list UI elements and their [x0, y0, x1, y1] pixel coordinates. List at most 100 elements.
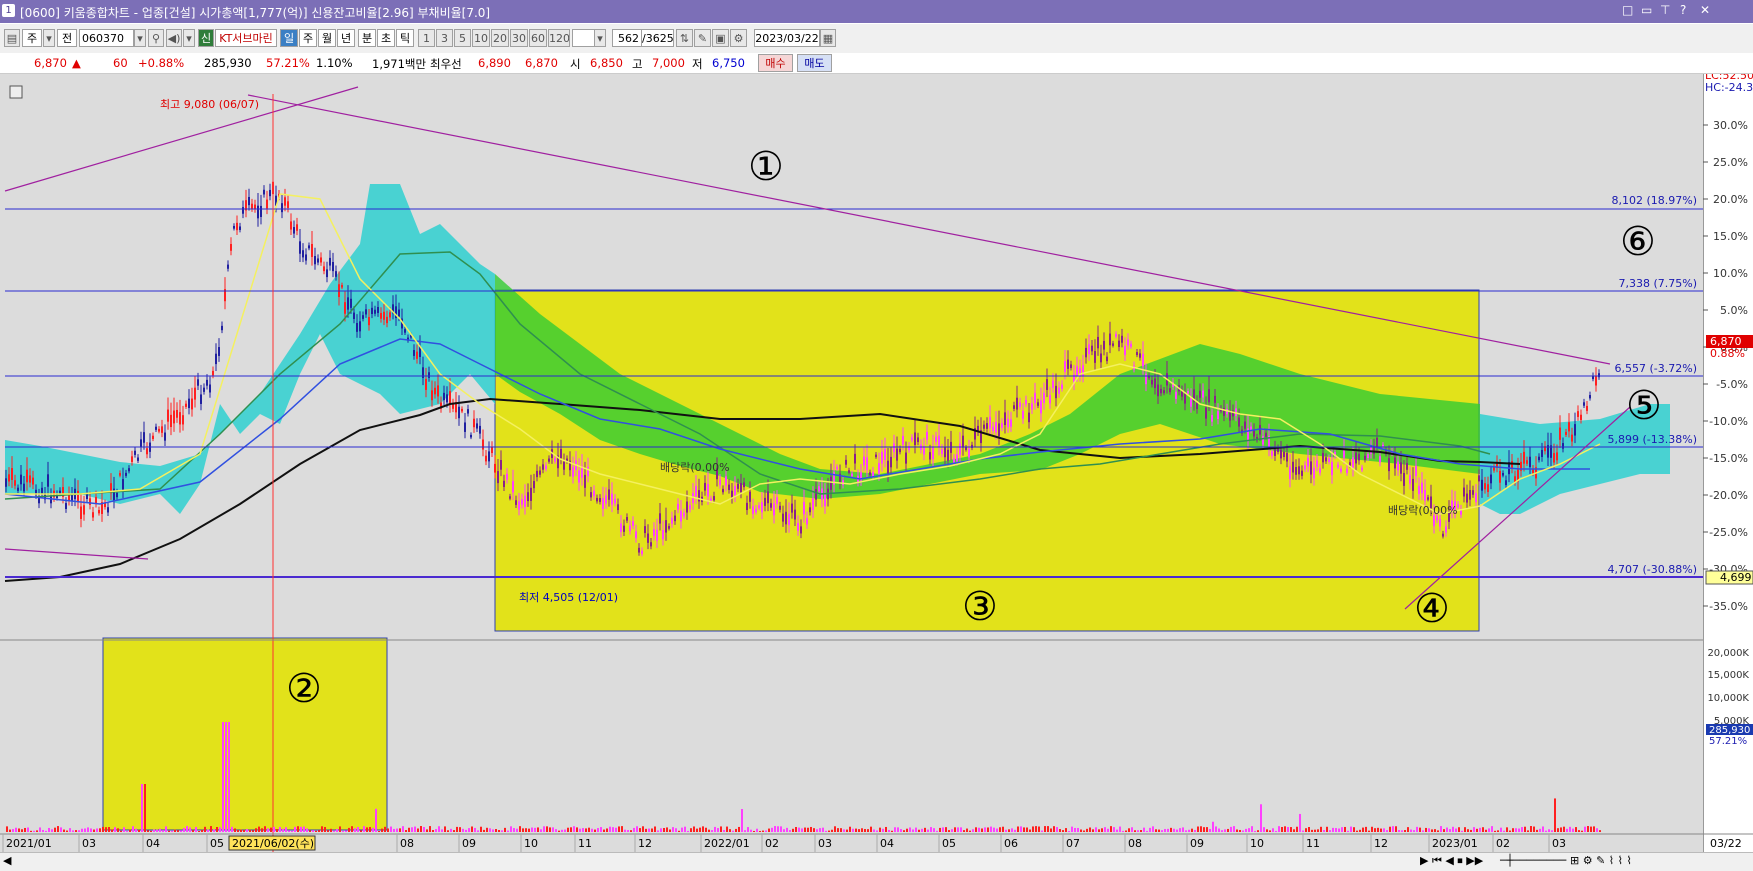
volume-bar — [69, 828, 71, 832]
volume-bar — [984, 827, 986, 832]
bars-icon[interactable]: ⇅ — [676, 29, 693, 47]
period-tick[interactable]: 틱 — [396, 29, 414, 47]
all-button[interactable]: 전 — [57, 29, 77, 47]
chevron-down-icon[interactable]: ▾ — [43, 29, 55, 47]
period-month[interactable]: 월 — [318, 29, 336, 47]
volume-bar — [582, 828, 584, 832]
interval-5[interactable]: 5 — [454, 29, 471, 47]
date-input[interactable]: 2023/03/22 — [754, 29, 820, 47]
window-number-badge: 1 — [2, 4, 15, 17]
candle-body — [212, 370, 214, 376]
scroll-left-icon[interactable]: ◀ — [3, 854, 11, 867]
volume-bar — [957, 827, 959, 832]
code-dropdown-icon[interactable]: ▾ — [134, 29, 146, 47]
bar-count-input[interactable]: 562 — [612, 29, 642, 47]
interval-10[interactable]: 10 — [472, 29, 490, 47]
volume-bar — [1293, 829, 1295, 832]
speaker-icon[interactable]: ◀) — [166, 29, 182, 47]
candle-body — [1553, 453, 1555, 463]
period-second[interactable]: 초 — [377, 29, 395, 47]
candle-body — [248, 196, 250, 206]
volume-bar — [633, 827, 635, 832]
candle-body — [92, 512, 94, 518]
period-day[interactable]: 일 — [280, 29, 298, 47]
help-icon[interactable]: ? — [1680, 3, 1686, 17]
date-label: 06 — [1004, 837, 1018, 850]
volume-bar — [1101, 828, 1103, 832]
candle-body — [905, 452, 907, 464]
chevron-down-icon[interactable]: ▾ — [183, 29, 195, 47]
volume-bar — [1068, 830, 1070, 832]
trend-line-short — [4, 548, 149, 560]
volume-bar — [1401, 830, 1403, 832]
volume-bar — [273, 826, 275, 832]
candle-body — [1355, 452, 1357, 464]
volume-bar — [1239, 829, 1241, 832]
close-icon[interactable]: ✕ — [1700, 3, 1710, 17]
volume-bar — [618, 826, 620, 832]
restore-icon[interactable]: □ — [1622, 3, 1633, 17]
interval-1[interactable]: 1 — [418, 29, 435, 47]
interval-120[interactable]: 120 — [548, 29, 570, 47]
period-minute[interactable]: 분 — [358, 29, 376, 47]
interval-20[interactable]: 20 — [491, 29, 509, 47]
volume-bar — [330, 828, 332, 832]
volume-bar — [729, 829, 731, 832]
save-icon[interactable]: ▣ — [712, 29, 729, 47]
type-selector[interactable]: 주 — [22, 29, 42, 47]
candle-body — [1475, 493, 1477, 503]
volume-bar — [162, 830, 164, 832]
candle-body — [1076, 366, 1078, 376]
candle-body — [755, 508, 757, 513]
gear-icon[interactable]: ⚙ — [730, 29, 747, 47]
candle-body — [1499, 470, 1501, 483]
volume-bar — [927, 829, 929, 832]
candle-body — [1238, 417, 1240, 427]
sell-button[interactable]: 매도 — [797, 54, 832, 72]
volume-tick-label: 15,000K — [1707, 670, 1749, 681]
interval-30[interactable]: 30 — [510, 29, 528, 47]
calendar-icon[interactable]: ▦ — [820, 29, 836, 47]
search-icon[interactable]: ⚲ — [148, 29, 164, 47]
low-badge: 4,699 — [1720, 571, 1752, 584]
chart-tools[interactable]: ⊞ ⚙ ✎ ⌇ ⌇ ⌇ — [1570, 854, 1632, 867]
zoom-slider[interactable]: ─┼──────── — [1500, 854, 1566, 867]
panel-icon[interactable] — [9, 85, 23, 99]
volume-bar — [1209, 828, 1211, 832]
volume-bar — [1263, 827, 1265, 832]
candle-body — [782, 513, 784, 522]
volume-bar — [429, 826, 431, 832]
volume-bar — [186, 826, 188, 832]
volume-bar — [1356, 830, 1358, 832]
interval-60[interactable]: 60 — [529, 29, 547, 47]
stock-code-input[interactable]: 060370 — [79, 29, 134, 47]
candle-body — [143, 432, 145, 443]
chart-scrollbar[interactable]: ◀ ▶ ⏮ ◀ ⏹ ▶▶ ─┼──────── ⊞ ⚙ ✎ ⌇ ⌇ ⌇ — [0, 852, 1753, 871]
period-year[interactable]: 년 — [337, 29, 355, 47]
candle-body — [1541, 449, 1543, 458]
volume-bar — [681, 827, 683, 832]
interval-3[interactable]: 3 — [436, 29, 453, 47]
candle-body — [1214, 395, 1216, 403]
volume-bar — [1119, 826, 1121, 832]
play-controls[interactable]: ▶ ⏮ ◀ ⏹ ▶▶ — [1420, 854, 1483, 868]
candle-body — [380, 312, 382, 319]
volume-bar — [1086, 828, 1088, 832]
candle-body — [986, 423, 988, 429]
volume-bar — [516, 828, 518, 832]
crosshair-icon[interactable]: ✎ — [694, 29, 711, 47]
candle-body — [1418, 485, 1420, 495]
buy-button[interactable]: 매수 — [758, 54, 793, 72]
tile-icon[interactable]: ▭ — [1641, 3, 1652, 17]
price-chart-canvas[interactable]: 최고 9,080 (06/07) 최저 4,505 (12/01) 배당락(0.… — [0, 74, 1753, 852]
volume-bar — [1434, 829, 1436, 832]
menu-icon[interactable]: ▤ — [4, 29, 20, 47]
chevron-down-icon[interactable]: ▾ — [594, 29, 606, 47]
pin-icon[interactable]: ⊤ — [1660, 3, 1670, 17]
candle-body — [209, 384, 211, 393]
candle-body — [431, 390, 433, 401]
volume-bar — [60, 827, 62, 832]
period-week[interactable]: 주 — [299, 29, 317, 47]
volume-bar — [1227, 828, 1229, 832]
candle-body — [1316, 460, 1318, 467]
